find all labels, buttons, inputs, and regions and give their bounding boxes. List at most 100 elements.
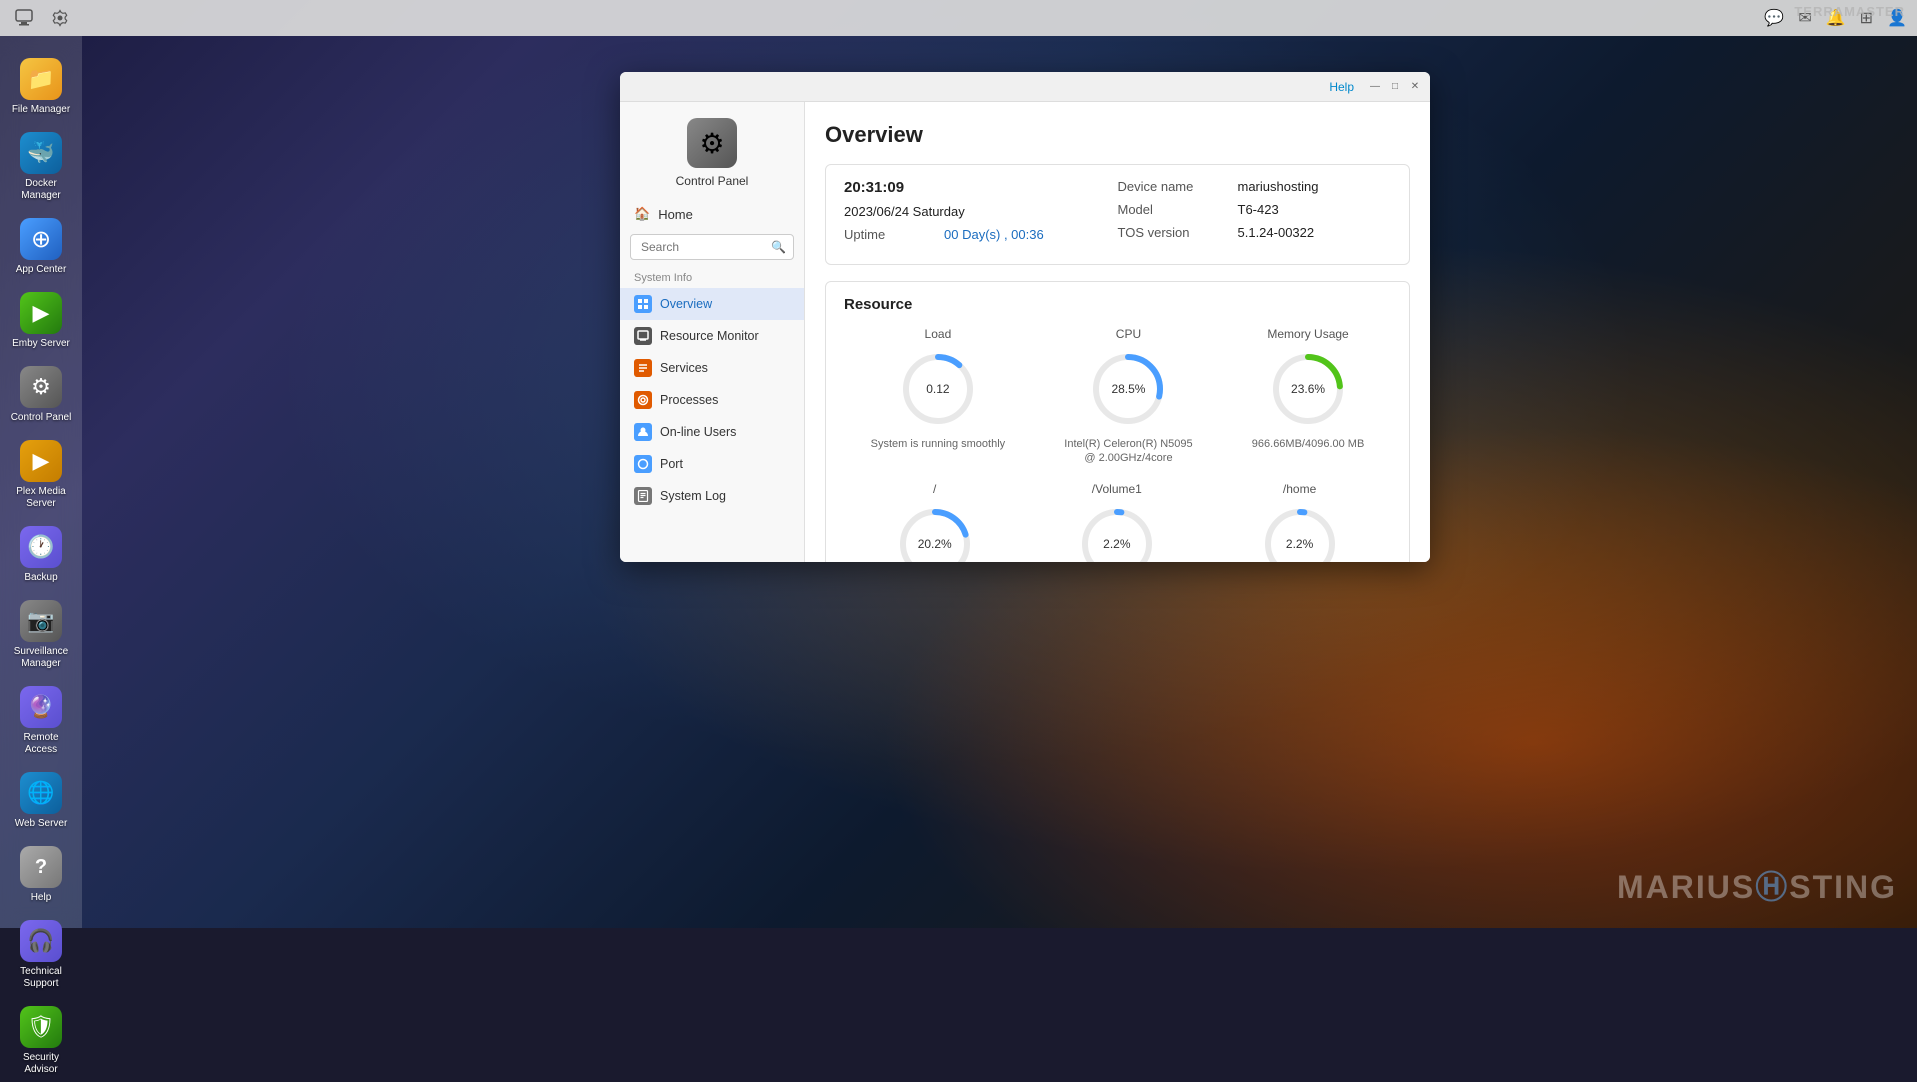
gauge-cpu: CPU 28.5% Intel(R) Celeron(R) N5095 @ 2.… xyxy=(1058,327,1198,466)
window-minimize-button[interactable]: — xyxy=(1368,80,1382,94)
dock-icon-web-server: 🌐 xyxy=(20,772,62,814)
dock-item-control-panel[interactable]: ⚙ Control Panel xyxy=(3,360,79,430)
dock-icon-docker-manager: 🐳 xyxy=(20,132,62,174)
window-maximize-button[interactable]: □ xyxy=(1388,80,1402,94)
search-icon: 🔍 xyxy=(771,240,786,254)
dock-icon-app-center: ⊕ xyxy=(20,218,62,260)
nav-icon-port xyxy=(634,455,652,473)
dock-icon-security-advisor: 🛡 xyxy=(20,1006,62,1048)
nav-icon-resource-monitor xyxy=(634,327,652,345)
dock-label-help: Help xyxy=(31,892,52,904)
dock-item-file-manager[interactable]: 📁 File Manager xyxy=(3,52,79,122)
nav-item-port[interactable]: Port xyxy=(620,448,804,480)
window-sidebar: ⚙ Control Panel 🏠 Home 🔍 System Info Ove… xyxy=(620,102,805,562)
nav-item-system-log[interactable]: System Log xyxy=(620,480,804,512)
device-name-label: Device name xyxy=(1118,179,1238,194)
nav-item-services[interactable]: Services xyxy=(620,352,804,384)
dock-item-technical-support[interactable]: 🎧 Technical Support xyxy=(3,914,79,996)
main-title: Overview xyxy=(825,122,1410,148)
nav-label-resource-monitor: Resource Monitor xyxy=(660,329,759,343)
gauge-sub-memory: 966.66MB/4096.00 MB xyxy=(1252,437,1365,451)
nav-icon-overview xyxy=(634,295,652,313)
gauge-load: Load 0.12 System is running smoothly xyxy=(871,327,1006,466)
taskbar: 💬 ✉ 🔔 ⊞ 👤 xyxy=(0,0,1917,36)
taskbar-settings-icon[interactable] xyxy=(46,4,74,32)
nav-label-system-log: System Log xyxy=(660,489,726,503)
window-nav: Overview Resource Monitor Services xyxy=(620,288,804,562)
window-section-label: System Info xyxy=(620,264,804,288)
window-search-input[interactable] xyxy=(630,234,794,260)
dock-label-docker-manager: Docker Manager xyxy=(9,178,73,202)
dock-item-backup[interactable]: 🕐 Backup xyxy=(3,520,79,590)
gauge-value-memory: 23.6% xyxy=(1268,349,1348,429)
dock-label-security-advisor: Security Advisor xyxy=(9,1052,73,1076)
uptime-label: Uptime xyxy=(844,227,944,242)
dock-icon-file-manager: 📁 xyxy=(20,58,62,100)
dock-label-remote-access: Remote Access xyxy=(9,732,73,756)
dock-icon-surveillance: 📷 xyxy=(20,600,62,642)
watermark: MARIUSⒽSTING xyxy=(1617,862,1897,908)
system-time: 20:31:09 xyxy=(844,179,904,196)
gauge-ring-volume1: 2.2% xyxy=(1077,504,1157,562)
dock-icon-control-panel: ⚙ xyxy=(20,366,62,408)
gauge-ring-cpu: 28.5% xyxy=(1088,349,1168,429)
nav-item-processes[interactable]: Processes xyxy=(620,384,804,416)
control-panel-window: Help — □ ✕ ⚙ Control Panel 🏠 Home 🔍 Syst… xyxy=(620,72,1430,562)
resource-title: Resource xyxy=(844,296,1391,313)
taskbar-chat-icon[interactable]: 💬 xyxy=(1764,8,1784,28)
gauge-ring-root: 20.2% xyxy=(895,504,975,562)
dock-icon-technical-support: 🎧 xyxy=(20,920,62,962)
window-sidebar-icon: ⚙ xyxy=(687,118,737,168)
dock-item-help[interactable]: ? Help xyxy=(3,840,79,910)
tos-value: 5.1.24-00322 xyxy=(1238,225,1315,240)
dock-label-technical-support: Technical Support xyxy=(9,966,73,990)
dock-icon-plex: ▶ xyxy=(20,440,62,482)
gauge-value-load: 0.12 xyxy=(898,349,978,429)
tos-label: TOS version xyxy=(1118,225,1238,240)
resource-card: Resource Load 0.12 System is ru xyxy=(825,281,1410,562)
gauge-root: / 20.2% 1.41/7.41(GB) xyxy=(895,482,975,562)
dock-item-remote-access[interactable]: 🔮 Remote Access xyxy=(3,680,79,762)
dock-icon-remote-access: 🔮 xyxy=(20,686,62,728)
dock-item-docker-manager[interactable]: 🐳 Docker Manager xyxy=(3,126,79,208)
nav-item-online-users[interactable]: On-line Users xyxy=(620,416,804,448)
dock-item-plex[interactable]: ▶ Plex Media Server xyxy=(3,434,79,516)
gauge-home: /home 2.2% 4.57/219.38(GB) xyxy=(1259,482,1340,562)
gauge-sub-load: System is running smoothly xyxy=(871,437,1006,451)
dock-item-emby-server[interactable]: ▶ Emby Server xyxy=(3,286,79,356)
nav-label-online-users: On-line Users xyxy=(660,425,736,439)
dock-item-security-advisor[interactable]: 🛡 Security Advisor xyxy=(3,1000,79,1082)
taskbar-left xyxy=(10,4,74,32)
dock-item-surveillance[interactable]: 📷 Surveillance Manager xyxy=(3,594,79,676)
gauge-label-volume1: /Volume1 xyxy=(1092,482,1142,496)
dock-label-control-panel: Control Panel xyxy=(11,412,72,424)
nav-item-overview[interactable]: Overview xyxy=(620,288,804,320)
home-icon: 🏠 xyxy=(634,206,650,222)
model-value: T6-423 xyxy=(1238,202,1279,217)
dock-item-web-server[interactable]: 🌐 Web Server xyxy=(3,766,79,836)
gauge-memory: Memory Usage 23.6% 966.66MB/4096.00 MB xyxy=(1252,327,1365,466)
window-search-bar: 🔍 xyxy=(630,234,794,260)
nav-item-resource-monitor[interactable]: Resource Monitor xyxy=(620,320,804,352)
taskbar-desktop-icon[interactable] xyxy=(10,4,38,32)
home-label: Home xyxy=(658,207,693,222)
window-help-link[interactable]: Help xyxy=(1329,80,1354,94)
gauge-ring-home: 2.2% xyxy=(1260,504,1340,562)
dock-item-app-center[interactable]: ⊕ App Center xyxy=(3,212,79,282)
window-close-button[interactable]: ✕ xyxy=(1408,80,1422,94)
dock-icon-help: ? xyxy=(20,846,62,888)
brand-logo: TERRAMASTER xyxy=(1794,4,1905,19)
gauge-label-load: Load xyxy=(925,327,952,341)
gauge-value-cpu: 28.5% xyxy=(1088,349,1168,429)
gauge-label-memory: Memory Usage xyxy=(1267,327,1348,341)
nav-label-services: Services xyxy=(660,361,708,375)
dock-icon-backup: 🕐 xyxy=(20,526,62,568)
window-home-item[interactable]: 🏠 Home xyxy=(620,198,804,230)
dock: 📁 File Manager 🐳 Docker Manager ⊕ App Ce… xyxy=(0,36,82,928)
device-name-value: mariushosting xyxy=(1238,179,1319,194)
nav-icon-services xyxy=(634,359,652,377)
window-sidebar-header: ⚙ Control Panel xyxy=(620,102,804,198)
gauge-label-root: / xyxy=(933,482,936,496)
system-date: 2023/06/24 Saturday xyxy=(844,204,965,219)
window-sidebar-title: Control Panel xyxy=(676,174,749,188)
